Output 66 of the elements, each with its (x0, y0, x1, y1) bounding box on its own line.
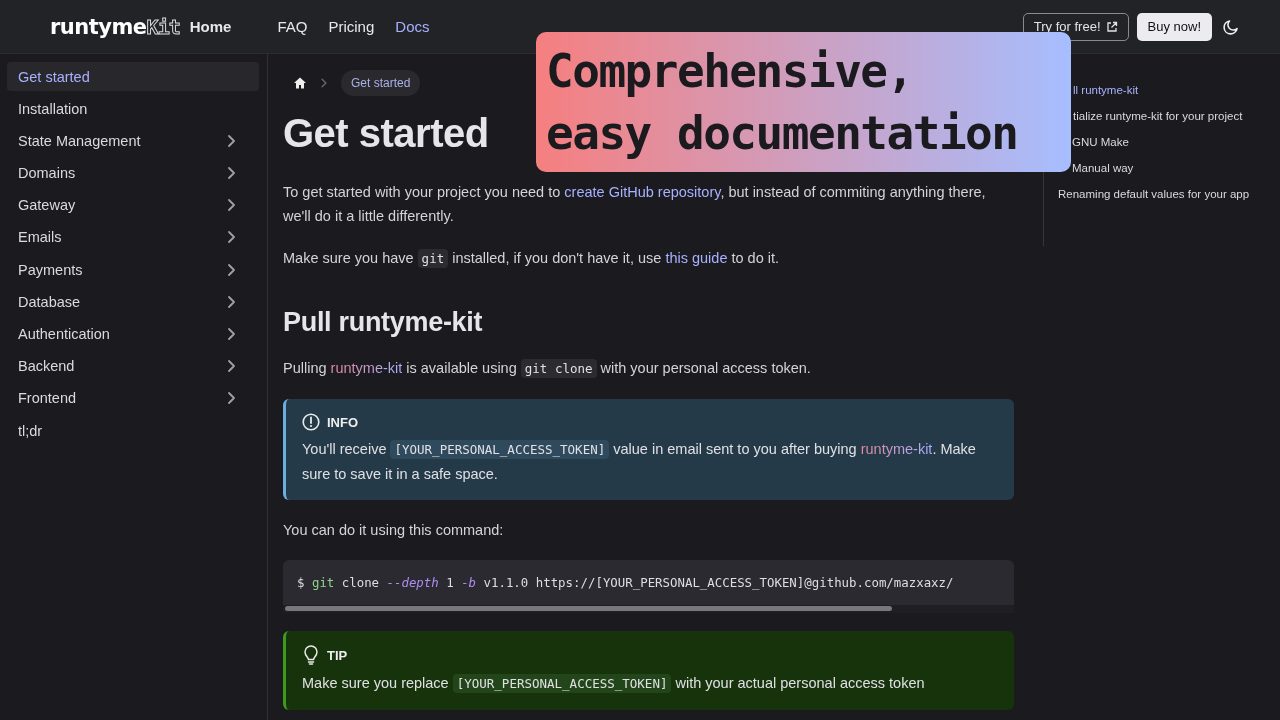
sidebar-item[interactable]: Database (7, 287, 259, 317)
sidebar-item-label: Frontend (18, 390, 77, 407)
inline-code: [YOUR_PERSONAL_ACCESS_TOKEN] (390, 440, 610, 459)
callout-label: INFO (327, 414, 359, 430)
sidebar-item[interactable]: Backend (7, 351, 259, 381)
callout-text: Make sure you replace [YOUR_PERSONAL_ACCESS_TOKEN] with your actual personal access token (302, 673, 926, 695)
section-heading: Pull runtyme-kit (283, 307, 484, 338)
sidebar-item-label: Payments (18, 261, 83, 278)
moon-icon (1222, 17, 1240, 36)
toc-link[interactable]: Renaming default values for your app (1058, 186, 1250, 204)
sidebar-item[interactable]: Frontend (7, 383, 259, 413)
sidebar-item[interactable]: Domains (7, 158, 259, 188)
sidebar-item-label: Installation (18, 100, 88, 117)
sidebar-item-label: State Management (18, 132, 141, 149)
breadcrumb-item[interactable]: Get started (341, 70, 421, 96)
toc-link[interactable]: tialize runtyme-kit for your project (1073, 108, 1243, 126)
brand-link[interactable]: runtyme-kit (330, 360, 403, 376)
sidebar-item-label: Emails (18, 229, 62, 246)
scrollbar-thumb[interactable] (285, 606, 892, 611)
paragraph: To get started with your project you need to create GitHub repository, but instead of commiting anything there, we'll do it a little differently. (283, 183, 987, 226)
sidebar-item[interactable]: State Management (7, 126, 259, 156)
theme-toggle[interactable] (1222, 17, 1240, 36)
banner-text: Comprehensive, (546, 43, 913, 100)
sidebar-item-label: Domains (18, 165, 76, 182)
code-line: $ git clone --depth 1 -b v1.1.0 https://[YOUR_PERSONAL_ACCESS_TOKEN]@github.com/mazxaxz/ (296, 574, 955, 592)
banner-text: easy documentation (546, 105, 1018, 162)
logo-mark[interactable]: Kit (146, 14, 180, 39)
callout-text: You'll receive [YOUR_PERSONAL_ACCESS_TOKEN] value in email sent to you after buying runtyme-kit. Make sure to save it in a safe space. (302, 439, 977, 484)
text-link[interactable]: create GitHub repository (564, 184, 721, 200)
paragraph: Pulling runtyme-kit is available using git clone with your personal access token. (283, 358, 812, 380)
callout-label: TIP (327, 647, 348, 663)
toc-link[interactable]: ll runtyme-kit (1073, 82, 1139, 100)
buy-now-button[interactable]: Buy now! (1136, 12, 1212, 41)
nav-link[interactable]: Home (189, 18, 232, 35)
sidebar-item-label: Gateway (18, 197, 76, 214)
lightbulb-icon (302, 645, 320, 665)
sidebar-item[interactable]: Emails (7, 222, 259, 252)
info-icon (302, 413, 320, 431)
inline-code: [YOUR_PERSONAL_ACCESS_TOKEN] (452, 674, 672, 693)
home-icon (293, 76, 307, 90)
sidebar-item-label: Get started (18, 68, 90, 85)
toc-link[interactable]: Manual way (1072, 160, 1134, 178)
paragraph: Make sure you have git installed, if you don't have it, use this guide to do it. (283, 248, 781, 270)
sidebar-item-label: Authentication (18, 326, 110, 342)
sidebar-item-label: Backend (18, 358, 75, 375)
chevron-right-icon (319, 77, 329, 89)
page-title: Get started (283, 111, 489, 156)
paragraph: You can do it using this command: (283, 521, 505, 540)
nav-link[interactable]: FAQ (277, 18, 308, 35)
nav-link[interactable]: Pricing (328, 18, 375, 35)
external-link-icon (1105, 20, 1118, 33)
nav-link[interactable]: Docs (395, 18, 430, 35)
sidebar-item[interactable]: Authentication (7, 319, 259, 349)
sidebar-item[interactable]: Payments (7, 255, 259, 285)
logo-text[interactable]: runtyme (50, 14, 147, 39)
inline-code: git clone (520, 359, 597, 378)
sidebar-item[interactable]: Get started (7, 62, 259, 91)
sidebar-item[interactable]: Gateway (7, 190, 259, 220)
brand-link[interactable]: runtyme-kit (860, 441, 933, 457)
sidebar-item-label: Database (18, 293, 81, 310)
sidebar-item-label: tl;dr (18, 422, 43, 439)
text-link[interactable]: this guide (665, 250, 728, 266)
sidebar-item[interactable]: tl;dr (7, 416, 259, 446)
toc-link[interactable]: GNU Make (1072, 134, 1129, 152)
sidebar-item[interactable]: Installation (7, 94, 259, 124)
inline-code: git (417, 249, 449, 268)
